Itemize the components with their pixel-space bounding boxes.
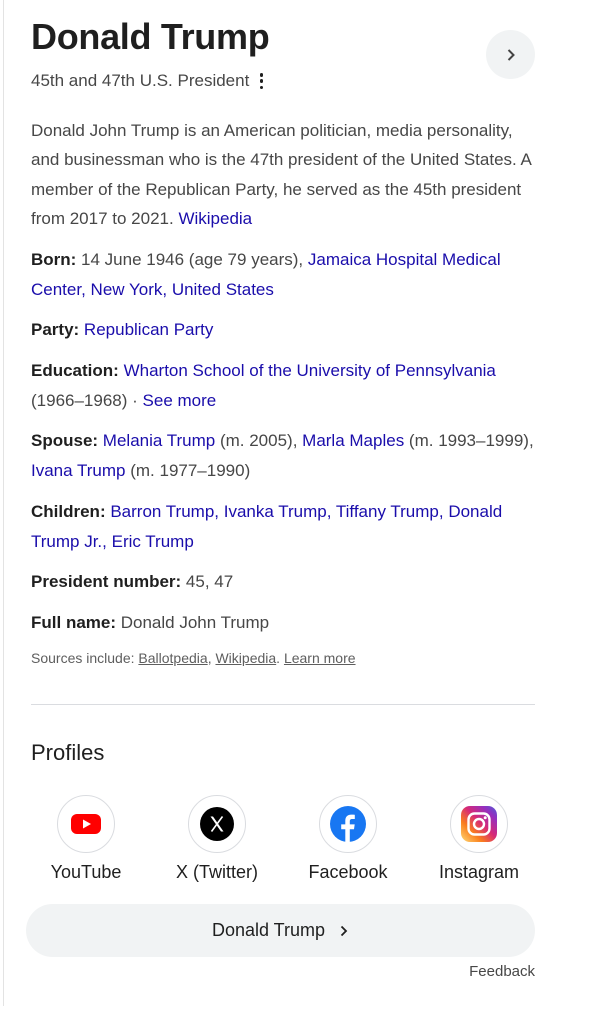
born-city-link[interactable]: New York bbox=[91, 280, 163, 299]
fact-value: (m. 2005), bbox=[215, 431, 303, 450]
section-divider bbox=[31, 704, 535, 705]
subtitle-row: 45th and 47th U.S. President bbox=[31, 70, 264, 92]
profile-label: Facebook bbox=[308, 862, 388, 882]
fact-education: Education: Wharton School of the Univers… bbox=[31, 356, 535, 416]
see-more-link[interactable]: See more bbox=[143, 391, 217, 410]
more-about-button[interactable]: Donald Trump bbox=[26, 904, 535, 957]
source-link-ballotpedia[interactable]: Ballotpedia bbox=[138, 650, 207, 666]
link-separator: , bbox=[438, 502, 449, 521]
chevron-right-icon bbox=[340, 925, 348, 936]
profile-label: YouTube bbox=[50, 862, 122, 882]
child-link[interactable]: Tiffany Trump bbox=[336, 502, 439, 521]
x-twitter-icon bbox=[200, 807, 234, 841]
profile-icon-circle bbox=[57, 795, 115, 853]
learn-more-link[interactable]: Learn more bbox=[284, 650, 356, 666]
fact-president-number: President number: 45, 47 bbox=[31, 567, 535, 597]
youtube-icon bbox=[71, 814, 101, 834]
fact-value: (1966–1968) · bbox=[31, 391, 143, 410]
fact-label: Education: bbox=[31, 361, 119, 380]
profile-icon-circle bbox=[319, 795, 377, 853]
profile-instagram[interactable]: Instagram bbox=[419, 795, 539, 883]
profile-label: Instagram bbox=[438, 862, 520, 882]
link-separator: , bbox=[102, 532, 112, 551]
profile-icon-circle bbox=[450, 795, 508, 853]
profile-label: X (Twitter) bbox=[175, 862, 258, 882]
knowledge-panel: Donald Trump 45th and 47th U.S. Presiden… bbox=[0, 0, 597, 1024]
page-title: Donald Trump bbox=[31, 16, 270, 57]
fact-label: Full name: bbox=[31, 613, 117, 632]
link-separator: , bbox=[162, 280, 172, 299]
born-country-link[interactable]: United States bbox=[172, 280, 274, 299]
chevron-right-icon bbox=[507, 48, 515, 61]
facebook-icon bbox=[330, 806, 366, 842]
description-text: Donald John Trump is an American politic… bbox=[31, 121, 531, 228]
link-separator: , bbox=[214, 502, 224, 521]
fact-born: Born: 14 June 1946 (age 79 years), Jamai… bbox=[31, 245, 535, 305]
sources-prefix: Sources include: bbox=[31, 650, 139, 666]
fact-label: Born: bbox=[31, 250, 77, 269]
spouse-link-melania[interactable]: Melania Trump bbox=[103, 431, 215, 450]
spouse-link-marla[interactable]: Marla Maples bbox=[302, 431, 404, 450]
fact-label: Children: bbox=[31, 502, 106, 521]
link-separator: , bbox=[81, 280, 91, 299]
profile-x-twitter[interactable]: X (Twitter) bbox=[157, 795, 277, 883]
fact-value: Donald John Trump bbox=[116, 613, 270, 632]
fact-label: Party: bbox=[31, 320, 80, 339]
source-link-wikipedia[interactable]: Wikipedia bbox=[215, 650, 276, 666]
fact-value: 45, 47 bbox=[181, 572, 234, 591]
profile-facebook[interactable]: Facebook bbox=[288, 795, 408, 883]
entity-description: Donald John Trump is an American politic… bbox=[31, 116, 535, 233]
expand-panel-button[interactable] bbox=[486, 30, 535, 79]
child-link[interactable]: Ivanka Trump bbox=[224, 502, 327, 521]
profiles-heading: Profiles bbox=[31, 740, 105, 765]
instagram-icon bbox=[461, 806, 497, 842]
entity-subtitle: 45th and 47th U.S. President bbox=[31, 71, 250, 90]
link-separator: . bbox=[276, 650, 284, 666]
sources-line: Sources include: Ballotpedia, Wikipedia.… bbox=[31, 648, 356, 668]
more-about-label: Donald Trump bbox=[211, 920, 326, 940]
fact-party: Party: Republican Party bbox=[31, 315, 535, 345]
party-link[interactable]: Republican Party bbox=[84, 320, 213, 339]
fact-value: (m. 1977–1990) bbox=[125, 461, 251, 480]
fact-spouse: Spouse: Melania Trump (m. 2005), Marla M… bbox=[31, 426, 535, 486]
child-link[interactable]: Eric Trump bbox=[112, 532, 194, 551]
fact-label: Spouse: bbox=[31, 431, 99, 450]
profile-icon-circle bbox=[188, 795, 246, 853]
fact-children: Children: Barron Trump, Ivanka Trump, Ti… bbox=[31, 497, 535, 557]
fact-full-name: Full name: Donald John Trump bbox=[31, 608, 535, 638]
profile-youtube[interactable]: YouTube bbox=[26, 795, 146, 883]
feedback-link[interactable]: Feedback bbox=[469, 963, 535, 980]
wikipedia-source-link[interactable]: Wikipedia bbox=[178, 209, 252, 228]
spouse-link-ivana[interactable]: Ivana Trump bbox=[31, 461, 126, 480]
link-separator: , bbox=[326, 502, 336, 521]
fact-label: President number: bbox=[31, 572, 182, 591]
fact-value: 14 June 1946 (age 79 years), bbox=[76, 250, 308, 269]
more-vert-icon[interactable] bbox=[258, 73, 264, 89]
fact-value: (m. 1993–1999), bbox=[404, 431, 534, 450]
education-link[interactable]: Wharton School of the University of Penn… bbox=[124, 361, 496, 380]
child-link[interactable]: Barron Trump bbox=[110, 502, 214, 521]
